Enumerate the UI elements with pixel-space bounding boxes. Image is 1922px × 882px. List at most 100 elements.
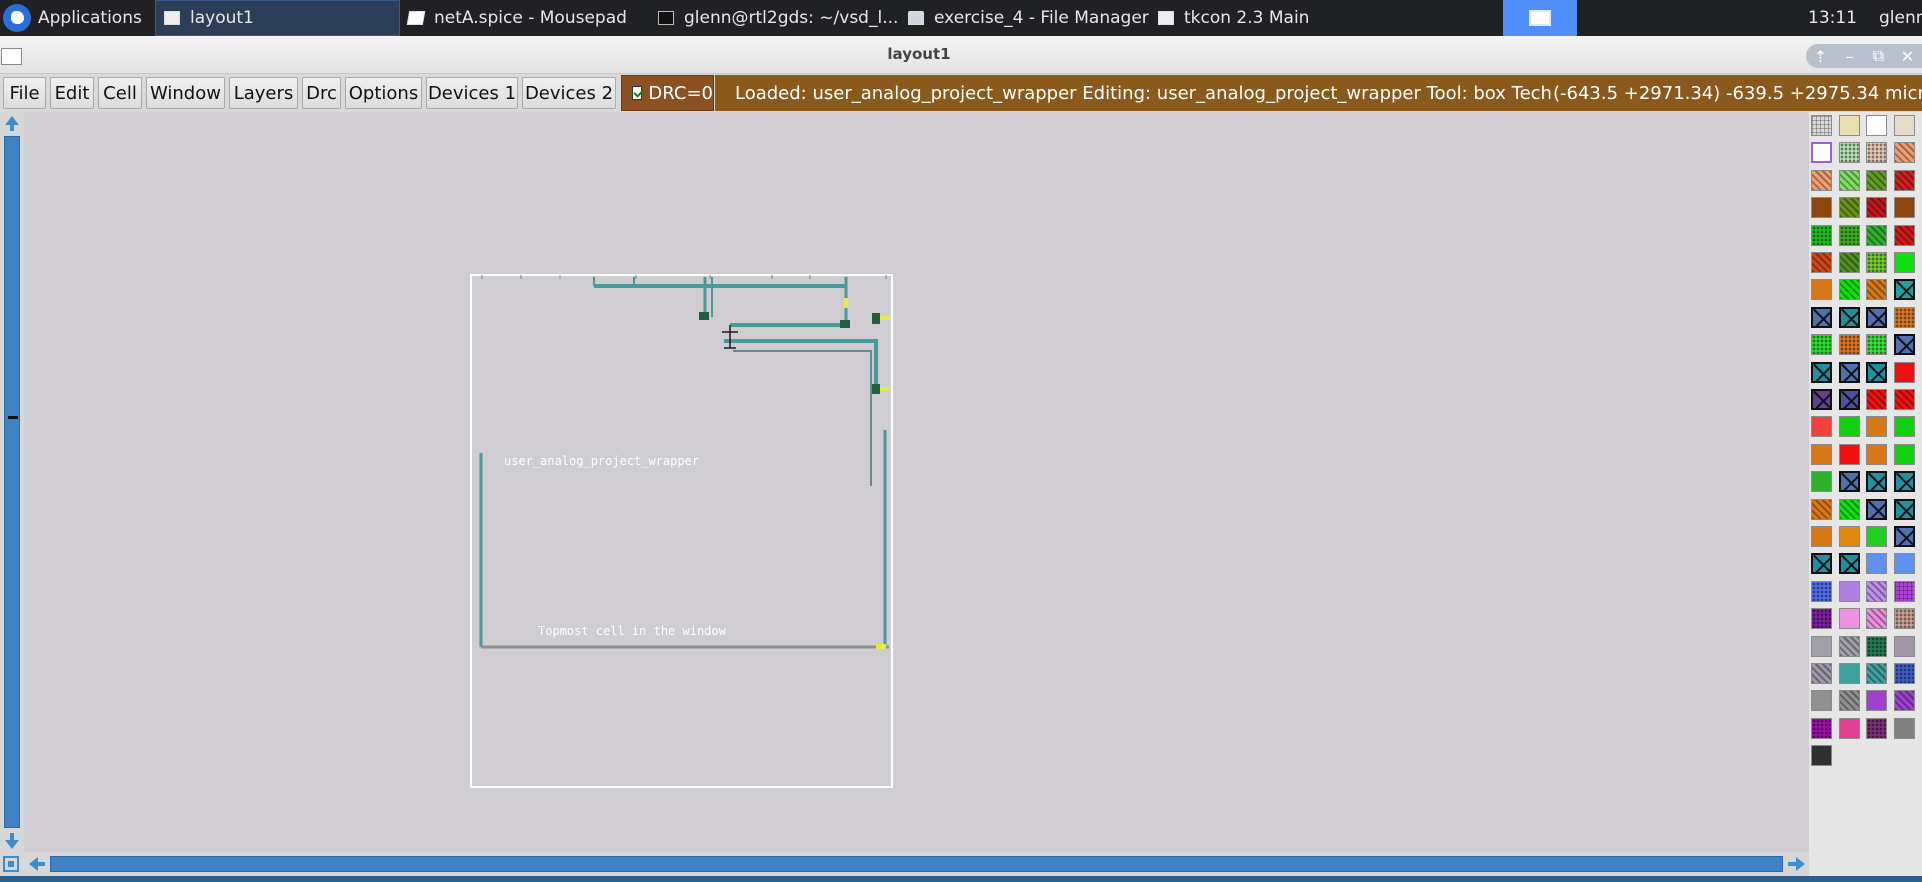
close-button[interactable]: ✕ [1898, 47, 1918, 66]
layer-swatch[interactable] [1866, 498, 1887, 520]
layer-swatch[interactable] [1811, 416, 1832, 438]
layer-swatch[interactable] [1838, 334, 1860, 356]
layer-swatch[interactable] [1866, 416, 1887, 438]
menu-file[interactable]: File [3, 77, 46, 109]
layer-swatch[interactable] [1811, 635, 1832, 657]
layer-swatch[interactable] [1838, 526, 1860, 547]
drc-checkbox[interactable] [632, 86, 643, 100]
layer-swatch[interactable] [1811, 306, 1832, 328]
layer-swatch[interactable] [1838, 690, 1860, 712]
layer-swatch[interactable] [1866, 197, 1887, 219]
layer-swatch[interactable] [1811, 279, 1832, 301]
layer-swatch[interactable] [1866, 115, 1887, 136]
layer-swatch[interactable] [1866, 224, 1887, 246]
layer-swatch[interactable] [1893, 224, 1915, 246]
zoom-box-icon[interactable] [3, 856, 19, 872]
layer-swatch[interactable] [1893, 553, 1915, 575]
taskbar-task-file-manager[interactable]: exercise_4 - File Manager [900, 0, 1155, 36]
user-menu[interactable]: glenn [1879, 0, 1922, 36]
menu-layers[interactable]: Layers [229, 77, 298, 109]
vertical-scroll-thumb[interactable] [4, 136, 20, 828]
minimize-button[interactable]: – [1840, 47, 1860, 66]
layer-swatch[interactable] [1811, 690, 1832, 712]
layer-swatch[interactable] [1838, 635, 1860, 657]
layer-swatch[interactable] [1838, 361, 1860, 383]
layer-swatch[interactable] [1811, 389, 1832, 410]
layer-swatch[interactable] [1866, 279, 1887, 301]
layer-swatch[interactable] [1811, 197, 1832, 219]
menu-devices-1[interactable]: Devices 1 [426, 77, 518, 109]
layout-canvas[interactable]: user_analog_project_wrapper Topmost cell… [24, 112, 1809, 852]
layer-swatch[interactable] [1811, 252, 1832, 273]
layer-swatch[interactable] [1811, 169, 1832, 191]
layer-swatch[interactable] [1811, 608, 1832, 630]
taskbar-task-terminal[interactable]: glenn@rtl2gds: ~/vsd_l... [650, 0, 900, 36]
layer-swatch[interactable] [1838, 498, 1860, 520]
scroll-left-arrow-icon[interactable] [28, 855, 48, 873]
layer-swatch[interactable] [1838, 416, 1860, 438]
layer-swatch[interactable] [1838, 142, 1860, 164]
layer-swatch[interactable] [1838, 115, 1860, 136]
layer-swatch[interactable] [1866, 635, 1887, 657]
layer-swatch[interactable] [1838, 663, 1860, 684]
layer-swatch[interactable] [1811, 361, 1832, 383]
layer-swatch[interactable] [1811, 115, 1832, 136]
layer-swatch[interactable] [1893, 252, 1915, 273]
layer-swatch[interactable] [1893, 471, 1915, 493]
layer-swatch[interactable] [1893, 169, 1915, 191]
layer-swatch[interactable] [1866, 389, 1887, 410]
layer-swatch[interactable] [1893, 443, 1915, 465]
layer-swatch[interactable] [1866, 361, 1887, 383]
taskbar-task-layout1[interactable]: layout1 [155, 0, 400, 36]
layer-swatch[interactable] [1893, 197, 1915, 219]
layer-swatch[interactable] [1811, 526, 1832, 547]
layer-swatch[interactable] [1866, 471, 1887, 493]
layer-swatch[interactable] [1866, 252, 1887, 273]
layer-swatch[interactable] [1893, 416, 1915, 438]
layer-swatch[interactable] [1893, 526, 1915, 547]
layer-swatch[interactable] [1866, 580, 1887, 602]
layer-swatch[interactable] [1838, 169, 1860, 191]
layer-swatch[interactable] [1811, 443, 1832, 465]
layer-swatch[interactable] [1893, 115, 1915, 136]
scroll-down-arrow-icon[interactable] [3, 832, 21, 850]
layer-swatch[interactable] [1866, 334, 1887, 356]
taskbar-task-mousepad[interactable]: netA.spice - Mousepad [400, 0, 650, 36]
layer-swatch[interactable] [1893, 717, 1915, 739]
layer-swatch[interactable] [1893, 389, 1915, 410]
layer-swatch[interactable] [1838, 306, 1860, 328]
layer-swatch[interactable] [1811, 717, 1832, 739]
drc-toggle[interactable]: DRC=0 [621, 75, 714, 111]
scroll-right-arrow-icon[interactable] [1786, 855, 1806, 873]
layer-swatch[interactable] [1893, 334, 1915, 356]
horizontal-scrollbar[interactable] [0, 852, 1809, 876]
layer-swatch[interactable] [1893, 142, 1915, 164]
layer-swatch[interactable] [1893, 498, 1915, 520]
layer-swatch[interactable] [1811, 142, 1832, 164]
layer-swatch[interactable] [1838, 279, 1860, 301]
menu-window[interactable]: Window [146, 77, 225, 109]
layer-swatch[interactable] [1866, 663, 1887, 684]
layer-swatch[interactable] [1893, 635, 1915, 657]
layer-swatch[interactable] [1866, 443, 1887, 465]
layer-swatch[interactable] [1838, 197, 1860, 219]
layer-swatch[interactable] [1838, 608, 1860, 630]
layer-swatch[interactable] [1866, 169, 1887, 191]
horizontal-scroll-thumb[interactable] [50, 856, 1783, 872]
vertical-scrollbar[interactable] [0, 112, 24, 852]
layer-swatch[interactable] [1838, 224, 1860, 246]
layer-swatch[interactable] [1811, 553, 1832, 575]
layer-swatch[interactable] [1893, 663, 1915, 684]
menu-devices-2[interactable]: Devices 2 [522, 77, 616, 109]
layer-swatch[interactable] [1866, 526, 1887, 547]
maximize-button[interactable]: ⧉ [1869, 46, 1889, 66]
layer-swatch[interactable] [1866, 553, 1887, 575]
layer-swatch[interactable] [1838, 252, 1860, 273]
layer-swatch[interactable] [1866, 608, 1887, 630]
layer-swatch[interactable] [1811, 334, 1832, 356]
menu-edit[interactable]: Edit [50, 77, 94, 109]
layer-swatch[interactable] [1893, 690, 1915, 712]
layer-swatch[interactable] [1893, 279, 1915, 301]
menu-cell[interactable]: Cell [98, 77, 142, 109]
layer-swatch[interactable] [1811, 471, 1832, 493]
